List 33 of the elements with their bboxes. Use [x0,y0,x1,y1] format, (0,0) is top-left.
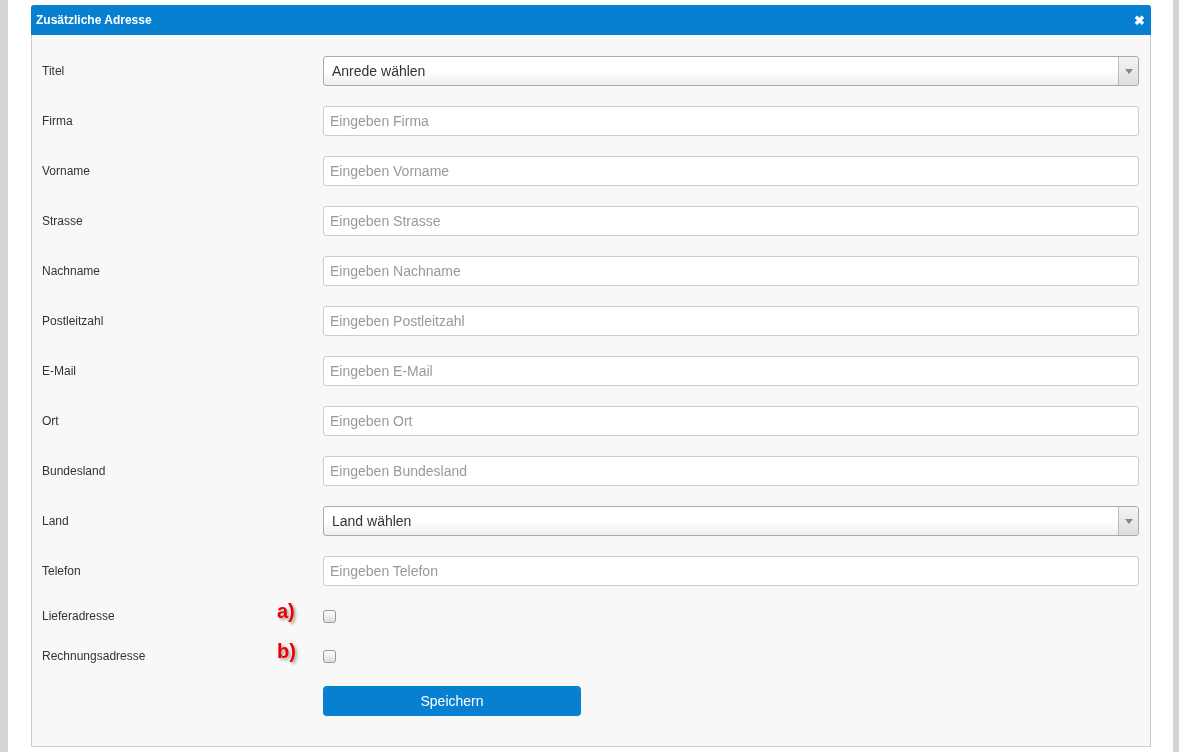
caret-icon [1118,507,1138,535]
checkbox[interactable] [323,609,336,623]
dropdown-field[interactable]: Anrede wählen [323,56,1139,86]
input-field[interactable]: Eingeben Firma [323,106,1139,136]
field-label: Postleitzahl [42,314,104,328]
input-field[interactable]: Eingeben Ort [323,406,1139,436]
dialog-title: Zusätzliche Adresse [36,13,152,27]
field-label: Land [42,514,69,528]
caret-icon [1118,57,1138,85]
checkbox[interactable] [323,649,336,663]
field-label: Vorname [42,164,91,178]
save-button[interactable]: Speichern [323,686,581,716]
field-label: Titel [42,64,65,78]
field-label: Strasse [42,214,83,228]
input-field[interactable]: Eingeben E-Mail [323,356,1139,386]
field-label: E-Mail [42,364,76,378]
input-field[interactable]: Eingeben Vorname [323,156,1139,186]
field-label: Rechnungsadresse [42,649,146,663]
field-label: Bundesland [42,464,106,478]
field-label: Firma [42,114,73,128]
input-field[interactable]: Eingeben Bundesland [323,456,1139,486]
close-button[interactable]: ✖ [1134,12,1145,28]
annotation-label: b) [277,640,296,663]
dropdown-field[interactable]: Land wählen [323,506,1139,536]
annotation-label: a) [277,600,295,623]
input-field[interactable]: Eingeben Nachname [323,256,1139,286]
input-field[interactable]: Eingeben Postleitzahl [323,306,1139,336]
field-label: Telefon [42,564,81,578]
field-label: Nachname [42,264,101,278]
field-label: Lieferadresse [42,609,115,623]
field-label: Ort [42,414,59,428]
input-field[interactable]: Eingeben Telefon [323,556,1139,586]
input-field[interactable]: Eingeben Strasse [323,206,1139,236]
